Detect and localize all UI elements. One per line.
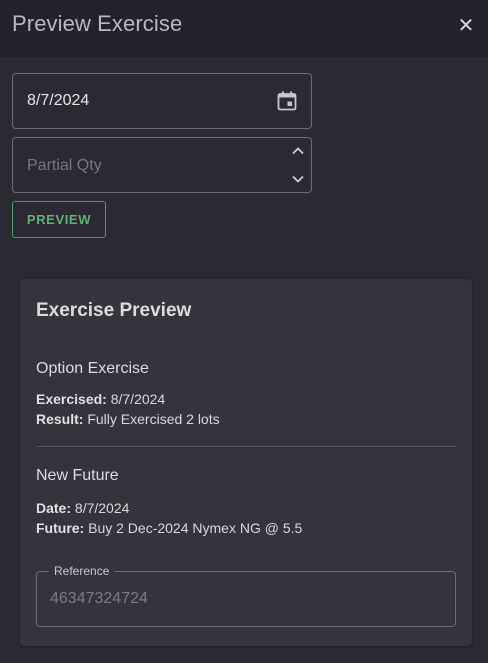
card-title: Exercise Preview bbox=[36, 300, 192, 321]
future-line: Future: Buy 2 Dec-2024 Nymex NG @ 5.5 bbox=[36, 520, 302, 536]
date-value: 8/7/2024 bbox=[74, 500, 130, 516]
chevron-down-icon[interactable] bbox=[291, 172, 305, 186]
exercised-line: Exercised: 8/7/2024 bbox=[36, 391, 165, 407]
date-line: Date: 8/7/2024 bbox=[36, 500, 129, 516]
partial-qty-field[interactable]: Partial Qty bbox=[12, 137, 312, 193]
reference-field[interactable]: Reference 46347324724 bbox=[36, 564, 456, 627]
new-future-heading: New Future bbox=[36, 467, 119, 484]
exercise-preview-card: Exercise Preview Option Exercise Exercis… bbox=[20, 279, 472, 646]
partial-qty-placeholder: Partial Qty bbox=[27, 157, 102, 174]
result-label: Result: bbox=[36, 411, 84, 427]
option-exercise-heading: Option Exercise bbox=[36, 360, 149, 377]
reference-label: Reference bbox=[49, 564, 115, 578]
date-label: Date: bbox=[36, 500, 72, 516]
close-icon[interactable]: ✕ bbox=[456, 14, 476, 37]
chevron-up-icon[interactable] bbox=[291, 144, 305, 158]
future-value: Buy 2 Dec-2024 Nymex NG @ 5.5 bbox=[88, 520, 303, 536]
section-divider bbox=[36, 446, 456, 447]
calendar-icon[interactable] bbox=[277, 91, 297, 111]
future-label: Future: bbox=[36, 520, 85, 536]
date-input-value[interactable]: 8/7/2024 bbox=[27, 92, 89, 110]
dialog-header: Preview Exercise ✕ bbox=[0, 0, 488, 57]
result-value: Fully Exercised 2 lots bbox=[87, 411, 220, 427]
result-line: Result: Fully Exercised 2 lots bbox=[36, 411, 220, 427]
exercised-value: 8/7/2024 bbox=[110, 391, 166, 407]
date-field[interactable]: 8/7/2024 bbox=[12, 73, 312, 129]
reference-value[interactable]: 46347324724 bbox=[50, 590, 148, 608]
preview-button[interactable]: PREVIEW bbox=[12, 201, 106, 238]
preview-exercise-dialog: Preview Exercise ✕ 8/7/2024 Partial Qty … bbox=[0, 0, 488, 663]
exercised-label: Exercised: bbox=[36, 391, 107, 407]
dialog-title: Preview Exercise bbox=[12, 11, 183, 36]
